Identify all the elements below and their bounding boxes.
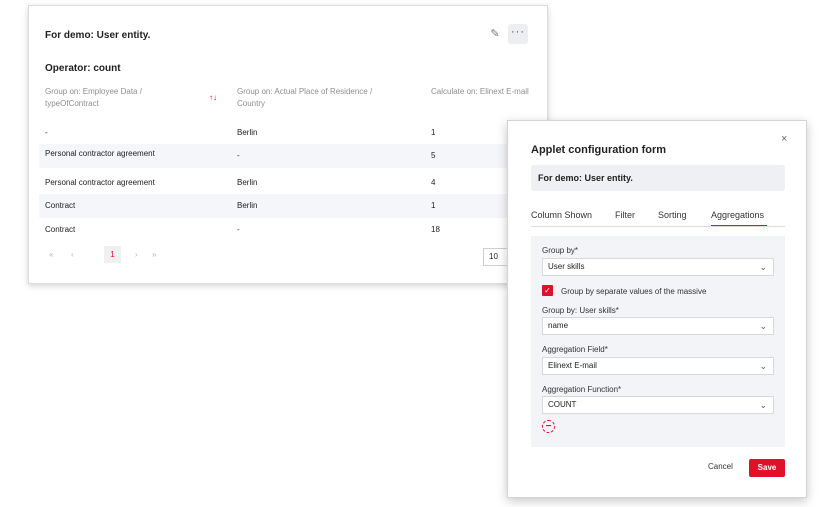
cell-count: 4 — [431, 178, 436, 187]
table-row: Contract Berlin 1 — [39, 194, 539, 218]
aggregation-function-label: Aggregation Function* — [542, 385, 622, 394]
operator-label: Operator: count — [45, 63, 121, 74]
cell-contract-type: - — [45, 128, 48, 137]
cell-country: - — [237, 151, 240, 160]
aggregation-field-label: Aggregation Field* — [542, 345, 608, 354]
group-separate-label: Group by separate values of the massive — [561, 287, 707, 296]
applet-card: For demo: User entity. ✎ ··· Operator: c… — [28, 5, 548, 284]
last-page-icon[interactable]: » — [152, 250, 156, 259]
next-page-icon[interactable]: › — [135, 250, 138, 259]
modal-title: Applet configuration form — [531, 144, 667, 156]
group-by-value: User skills — [548, 262, 585, 271]
group-by-sub-label: Group by: User skills* — [542, 306, 619, 315]
column-header-email[interactable]: Calculate on: Elinext E-mail — [431, 86, 531, 98]
chevron-down-icon: ⌄ — [759, 321, 767, 331]
column-header-residence[interactable]: Group on: Actual Place of Residence / Co… — [237, 86, 397, 110]
table-row: Contract - 18 — [39, 218, 539, 242]
aggregation-function-select[interactable]: COUNT ⌄ — [542, 396, 774, 414]
cancel-button[interactable]: Cancel — [708, 462, 733, 471]
pencil-icon[interactable]: ✎ — [488, 27, 502, 41]
table-row: - Berlin 1 — [39, 121, 539, 145]
cell-count: 1 — [431, 201, 436, 210]
chevron-down-icon: ⌄ — [759, 262, 767, 272]
cell-contract-type: Contract — [45, 225, 76, 234]
cell-contract-type: Personal contractor agreement — [45, 178, 155, 187]
card-title: For demo: User entity. — [45, 30, 151, 41]
page-size-select[interactable]: 10 — [483, 248, 509, 266]
applet-configuration-modal: × Applet configuration form For demo: Us… — [507, 120, 807, 498]
cell-country: - — [237, 225, 240, 234]
cell-contract-type: Personal contractor agreement — [45, 149, 155, 158]
cell-count: 1 — [431, 128, 436, 137]
cell-country: Berlin — [237, 128, 258, 137]
column-header-employee-data[interactable]: Group on: Employee Data / typeOfContract — [45, 86, 165, 110]
aggregation-field-select[interactable]: Elinext E-mail ⌄ — [542, 357, 774, 375]
chevron-down-icon: ⌄ — [759, 361, 767, 371]
prev-page-icon[interactable]: ‹ — [71, 250, 74, 259]
group-by-select[interactable]: User skills ⌄ — [542, 258, 774, 276]
tab-bar: Column Shown Filter Sorting Aggregations — [531, 206, 785, 227]
aggregation-function-value: COUNT — [548, 400, 577, 409]
close-icon[interactable]: × — [781, 133, 787, 145]
cell-country: Berlin — [237, 178, 258, 187]
page-button-current[interactable]: 1 — [104, 246, 121, 263]
cell-count: 5 — [431, 151, 436, 160]
group-separate-checkbox[interactable]: ✓ — [542, 285, 553, 296]
entity-name-field: For demo: User entity. — [531, 165, 785, 191]
group-by-sub-select[interactable]: name ⌄ — [542, 317, 774, 335]
tab-column-shown[interactable]: Column Shown — [531, 210, 592, 220]
more-icon[interactable]: ··· — [508, 24, 528, 44]
aggregation-field-value: Elinext E-mail — [548, 361, 597, 370]
remove-icon[interactable]: − — [542, 420, 555, 433]
first-page-icon[interactable]: « — [49, 250, 53, 259]
aggregations-panel: Group by* User skills ⌄ ✓ Group by separ… — [531, 236, 785, 447]
save-button[interactable]: Save — [749, 459, 785, 477]
chevron-down-icon: ⌄ — [759, 400, 767, 410]
sort-icon[interactable]: ↑↓ — [209, 93, 217, 102]
group-by-label: Group by* — [542, 246, 579, 255]
tab-aggregations[interactable]: Aggregations — [711, 210, 767, 226]
table-row: Personal contractor agreement - 5 — [39, 144, 539, 168]
cell-country: Berlin — [237, 201, 258, 210]
tab-sorting[interactable]: Sorting — [658, 210, 687, 220]
cell-contract-type: Contract — [45, 201, 76, 210]
group-by-sub-value: name — [548, 321, 569, 330]
cell-count: 18 — [431, 225, 440, 234]
tab-filter[interactable]: Filter — [615, 210, 635, 220]
table-row: Personal contractor agreement Berlin 4 — [39, 171, 539, 195]
